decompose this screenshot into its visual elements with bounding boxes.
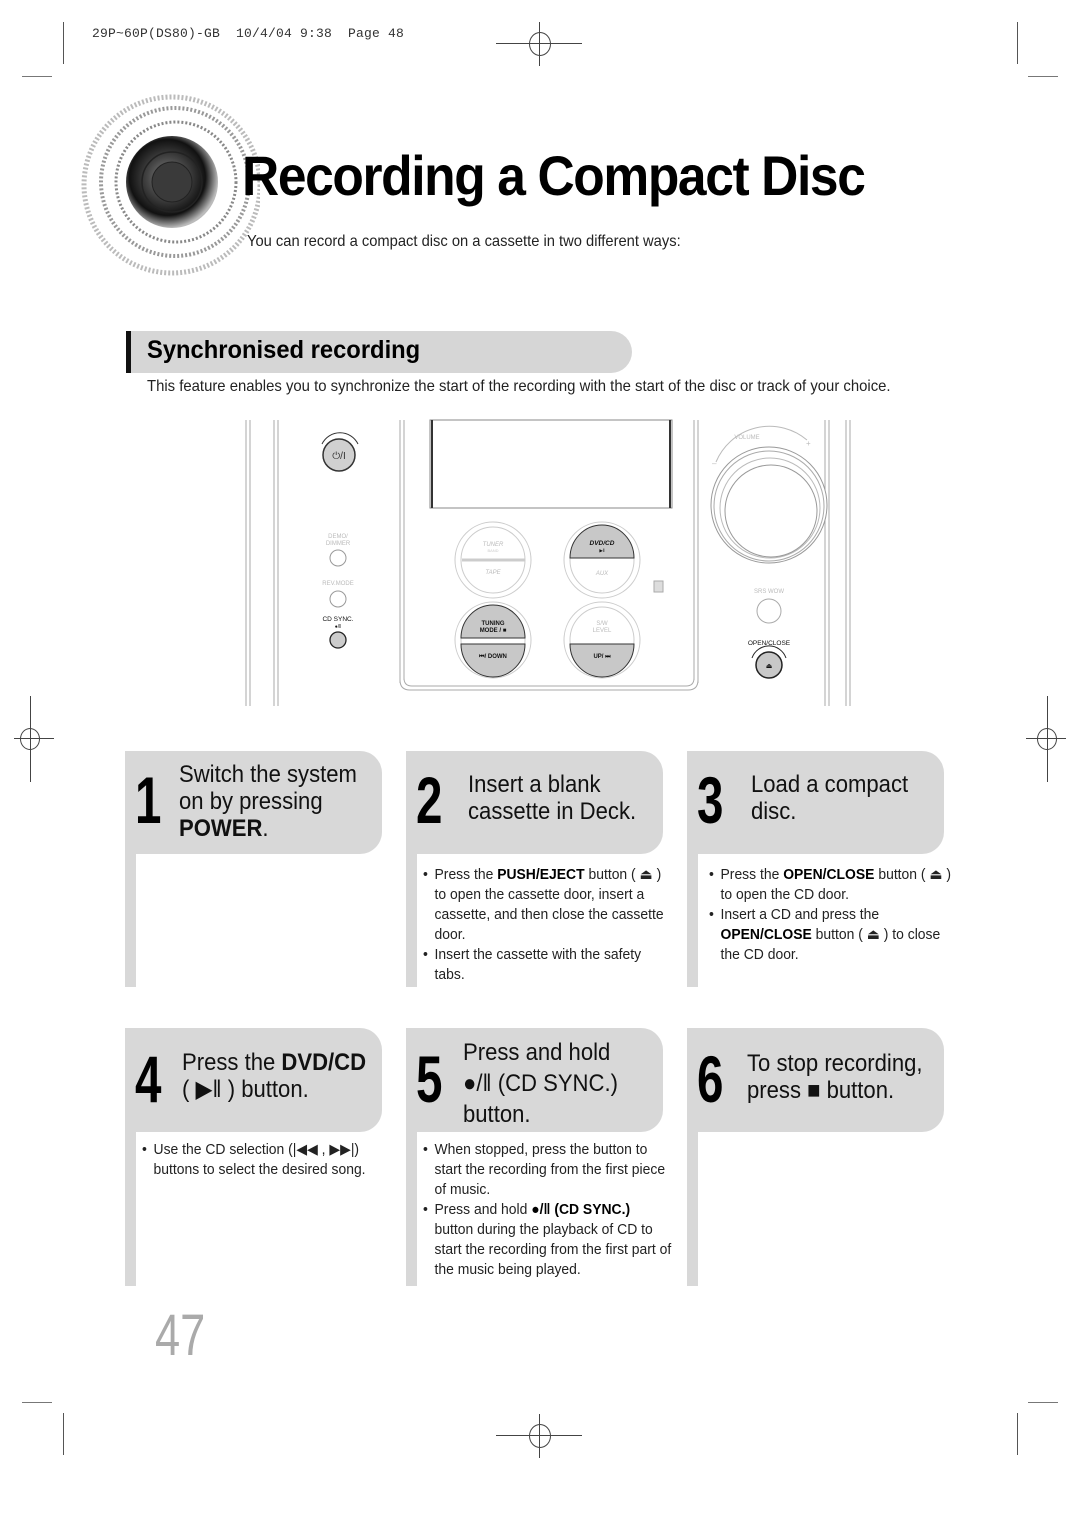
svg-text:MODE / ■: MODE / ■ bbox=[480, 628, 507, 634]
step-heading-line: on by pressing bbox=[179, 788, 323, 815]
bullet-item: Use the CD selection (|◀◀ , ▶▶|) buttons… bbox=[142, 1140, 392, 1180]
step-card-6: 6 To stop recording, press ■ button. bbox=[687, 1028, 944, 1286]
demo-dimmer-label: DEMO/ bbox=[328, 534, 348, 540]
display-window bbox=[429, 419, 673, 509]
print-header: 29P~60P(DS80)-GB 10/4/04 9:38 Page 48 bbox=[92, 26, 405, 41]
svg-text:LEVEL: LEVEL bbox=[593, 628, 612, 634]
tuning-mode-down-button: TUNING MODE / ■ ⏮/ DOWN bbox=[454, 601, 532, 679]
step-number: 6 bbox=[697, 1042, 724, 1116]
step-card-5: 5 Press and hold ●/‖ (CD SYNC.) button. … bbox=[406, 1028, 671, 1286]
volume-knob: VOLUME – + bbox=[710, 425, 828, 564]
svg-text:TUNING: TUNING bbox=[482, 621, 505, 627]
section-title: Synchronised recording bbox=[147, 336, 421, 364]
rev-mode-label: REV.MODE bbox=[322, 581, 353, 587]
step-heading-line: Insert a blank bbox=[468, 771, 601, 798]
registration-mark-right bbox=[1026, 696, 1066, 782]
crop-mark bbox=[22, 76, 52, 77]
step-bullets: Use the CD selection (|◀◀ , ▶▶|) buttons… bbox=[142, 1140, 402, 1180]
svg-text:UP/ ⏭: UP/ ⏭ bbox=[593, 654, 611, 660]
step-number: 4 bbox=[135, 1042, 162, 1116]
registration-mark-bottom bbox=[496, 1414, 582, 1458]
svg-text:DIMMER: DIMMER bbox=[326, 541, 351, 547]
tuner-tape-button: TUNER BAND TAPE bbox=[454, 521, 532, 599]
crop-mark bbox=[1017, 22, 1018, 64]
step-card-2: 2 Insert a blank cassette in Deck. Press… bbox=[406, 751, 664, 987]
page-subtitle: You can record a compact disc on a casse… bbox=[247, 233, 681, 250]
svg-text:●/‖: ●/‖ bbox=[335, 624, 341, 630]
bullet-item: Press the PUSH/EJECT button ( ⏏ ) to ope… bbox=[423, 865, 673, 945]
crop-mark bbox=[1028, 76, 1058, 77]
step-number: 1 bbox=[135, 763, 162, 837]
svg-text:–: – bbox=[712, 459, 717, 468]
crop-mark bbox=[22, 1402, 52, 1403]
crop-mark bbox=[63, 22, 64, 64]
power-label: ⏻/I bbox=[332, 451, 345, 462]
crop-mark bbox=[1017, 1413, 1018, 1455]
step-heading-line: press ■ button. bbox=[747, 1077, 895, 1104]
step-number: 2 bbox=[416, 763, 443, 837]
step-number: 5 bbox=[416, 1042, 443, 1116]
svg-text:+: + bbox=[806, 439, 811, 448]
step-heading-line: POWER. bbox=[179, 815, 269, 842]
step-heading-line: Load a compact bbox=[751, 771, 909, 798]
step-heading-line: Press the DVD/CD bbox=[182, 1049, 367, 1076]
bullet-item: Insert a CD and press the OPEN/CLOSE but… bbox=[709, 905, 959, 965]
bullet-item: Press and hold ●/‖ (CD SYNC.) button dur… bbox=[423, 1200, 673, 1280]
step-number: 3 bbox=[697, 763, 724, 837]
rev-mode-button bbox=[329, 590, 347, 608]
step-heading-line: Press and hold bbox=[463, 1039, 611, 1066]
svg-text:DVD/CD: DVD/CD bbox=[590, 540, 615, 547]
sensor-icon bbox=[653, 580, 664, 593]
step-card-3: 3 Load a compact disc. Press the OPEN/CL… bbox=[687, 751, 951, 987]
bullet-item: When stopped, press the button to start … bbox=[423, 1140, 673, 1200]
page-title: Recording a Compact Disc bbox=[242, 144, 866, 207]
svg-text:BAND: BAND bbox=[487, 548, 498, 553]
crop-mark bbox=[1028, 1402, 1058, 1403]
svg-text:S/W: S/W bbox=[596, 621, 608, 627]
step-heading-line: ●/‖ (CD SYNC.) bbox=[463, 1070, 618, 1097]
registration-mark-top bbox=[496, 22, 582, 66]
svg-text:▶‖: ▶‖ bbox=[599, 548, 604, 553]
crop-mark bbox=[63, 1413, 64, 1455]
step-heading-line: cassette in Deck. bbox=[468, 798, 637, 825]
demo-dimmer-button bbox=[329, 549, 347, 567]
page-number: 47 bbox=[155, 1303, 206, 1368]
step-heading-line: ( ▶‖ ) button. bbox=[182, 1076, 309, 1103]
svg-text:⏮/ DOWN: ⏮/ DOWN bbox=[479, 654, 507, 660]
svg-text:AUX: AUX bbox=[595, 571, 609, 577]
step-heading-line: button. bbox=[463, 1101, 531, 1128]
step-bullets: Press the PUSH/EJECT button ( ⏏ ) to ope… bbox=[423, 865, 683, 985]
step-card-4: 4 Press the DVD/CD ( ▶‖ ) button. Use th… bbox=[125, 1028, 382, 1286]
step-heading-line: Switch the system bbox=[179, 761, 357, 788]
svg-text:TAPE: TAPE bbox=[485, 570, 501, 576]
srs-wow-button bbox=[756, 598, 782, 624]
bullet-item: Press the OPEN/CLOSE button ( ⏏ ) to ope… bbox=[709, 865, 959, 905]
step-bullets: When stopped, press the button to start … bbox=[423, 1140, 683, 1280]
step-heading-line: To stop recording, bbox=[747, 1050, 923, 1077]
eject-icon: ⏏ bbox=[766, 663, 773, 670]
section-accent bbox=[126, 331, 131, 373]
speaker-icon bbox=[81, 94, 260, 276]
sw-level-up-button: S/W LEVEL UP/ ⏭ bbox=[563, 601, 641, 679]
registration-mark-left bbox=[14, 696, 54, 782]
step-card-1: 1 Switch the system on by pressing POWER… bbox=[125, 751, 382, 987]
power-button: ⏻/I bbox=[321, 432, 359, 472]
bullet-item: Insert the cassette with the safety tabs… bbox=[423, 945, 673, 985]
step-bullets: Press the OPEN/CLOSE button ( ⏏ ) to ope… bbox=[709, 865, 969, 965]
section-description: This feature enables you to synchronize … bbox=[147, 378, 891, 395]
srs-wow-label: SRS WOW bbox=[754, 589, 784, 595]
device-front-panel: ⏻/I DEMO/ DIMMER REV.MODE CD SYNC. ●/‖ T… bbox=[245, 419, 851, 706]
dvd-cd-aux-button: DVD/CD ▶‖ AUX bbox=[563, 521, 641, 599]
cd-sync-label: CD SYNC. bbox=[322, 616, 353, 623]
cd-sync-button bbox=[329, 631, 347, 649]
step-heading-line: disc. bbox=[751, 798, 797, 825]
